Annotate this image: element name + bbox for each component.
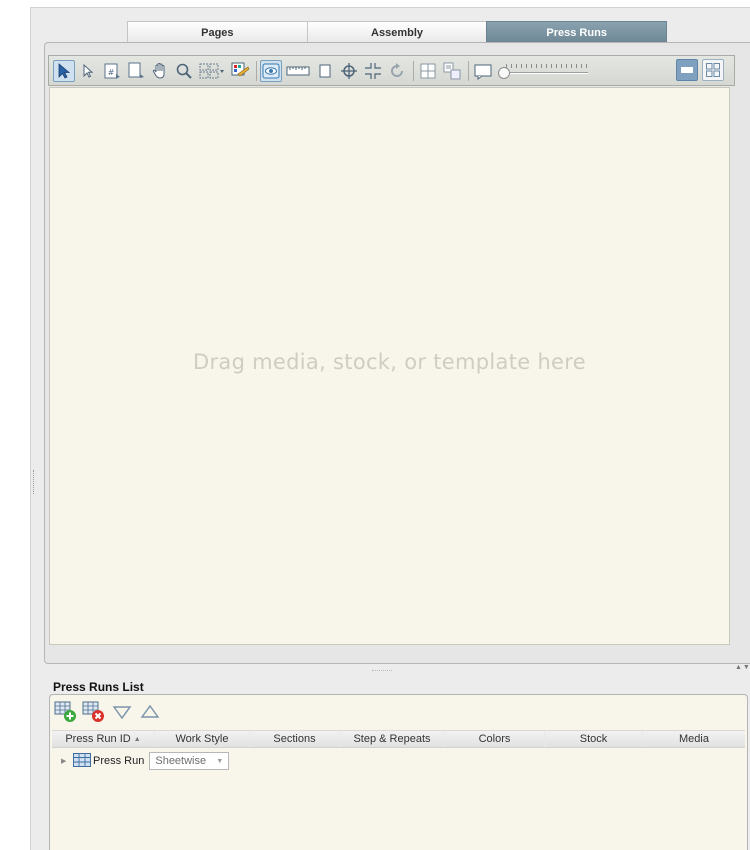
- chevron-down-icon: ▼: [216, 757, 224, 765]
- column-media[interactable]: Media: [643, 731, 745, 747]
- page-select-icon[interactable]: [125, 60, 147, 82]
- hand-pan-icon[interactable]: [149, 60, 171, 82]
- toolbar-separator: [468, 60, 469, 81]
- svg-text:#: #: [108, 68, 115, 77]
- left-resize-handle[interactable]: [33, 470, 35, 494]
- zoom-icon[interactable]: [173, 60, 195, 82]
- view-tabs: Pages Assembly Press Runs: [127, 21, 668, 43]
- slider-knob[interactable]: [498, 66, 510, 79]
- select-arrow-icon[interactable]: [53, 59, 75, 82]
- expand-arrow-icon[interactable]: ▶: [61, 757, 71, 765]
- step-repeat-icon[interactable]: [441, 60, 463, 82]
- slider-ticks: [506, 63, 588, 68]
- auto-impose-icon[interactable]: [229, 60, 251, 82]
- page-icon[interactable]: [314, 60, 336, 82]
- rotate-icon[interactable]: [386, 60, 408, 82]
- column-work-style[interactable]: Work Style: [155, 731, 250, 747]
- press-runs-list-panel: Press Run ID ▲ Work Style Sections Step &…: [49, 694, 748, 850]
- column-step-repeats[interactable]: Step & Repeats: [340, 731, 445, 747]
- tab-assembly[interactable]: Assembly: [306, 21, 487, 43]
- cut-marks-icon[interactable]: [362, 60, 384, 82]
- delete-press-run-icon[interactable]: [82, 700, 106, 724]
- move-up-icon[interactable]: [138, 700, 162, 724]
- drop-canvas[interactable]: Drag media, stock, or template here: [49, 87, 730, 645]
- view-mode-buttons: [676, 59, 724, 81]
- sort-ascending-icon: ▲: [133, 736, 141, 743]
- single-view-icon[interactable]: [676, 59, 698, 81]
- column-stock[interactable]: Stock: [545, 731, 643, 747]
- column-press-run-id[interactable]: Press Run ID ▲: [52, 731, 155, 747]
- list-toolbar: [54, 698, 162, 726]
- direct-select-icon[interactable]: [77, 60, 99, 82]
- slider-track: [502, 71, 588, 74]
- work-style-value: Sheetwise: [155, 755, 207, 767]
- page-number-icon[interactable]: #: [101, 60, 123, 82]
- preview-eye-icon[interactable]: [260, 59, 282, 82]
- canvas-hint: Drag media, stock, or template here: [193, 350, 586, 374]
- zoom-slider[interactable]: [498, 60, 590, 82]
- column-sections[interactable]: Sections: [250, 731, 340, 747]
- canvas-toolbar: #: [48, 55, 735, 86]
- table-row[interactable]: ▶ Press Run Sheetwise ▼: [52, 751, 230, 771]
- press-run-icon: [73, 752, 91, 770]
- collapse-arrows-icon[interactable]: ▲▼: [735, 664, 750, 671]
- sheet-icon[interactable]: [472, 60, 494, 82]
- tab-press-runs[interactable]: Press Runs: [486, 21, 668, 43]
- tab-pages[interactable]: Pages: [127, 21, 307, 43]
- splitter-grip[interactable]: [372, 670, 392, 672]
- press-runs-list-title: Press Runs List: [53, 680, 144, 694]
- list-column-header: Press Run ID ▲ Work Style Sections Step &…: [52, 730, 745, 748]
- crosshair-icon[interactable]: [338, 60, 360, 82]
- flatwork-icon[interactable]: [417, 60, 439, 82]
- move-down-icon[interactable]: [110, 700, 134, 724]
- work-style-select[interactable]: Sheetwise ▼: [149, 752, 230, 770]
- press-run-label: Press Run: [93, 755, 145, 767]
- ruler-icon[interactable]: [284, 60, 312, 82]
- grid-view-icon[interactable]: [702, 59, 724, 81]
- column-colors[interactable]: Colors: [445, 731, 545, 747]
- marquee-layout-icon[interactable]: [197, 60, 227, 82]
- toolbar-separator: [256, 60, 257, 81]
- toolbar-separator: [413, 60, 414, 81]
- add-press-run-icon[interactable]: [54, 700, 78, 724]
